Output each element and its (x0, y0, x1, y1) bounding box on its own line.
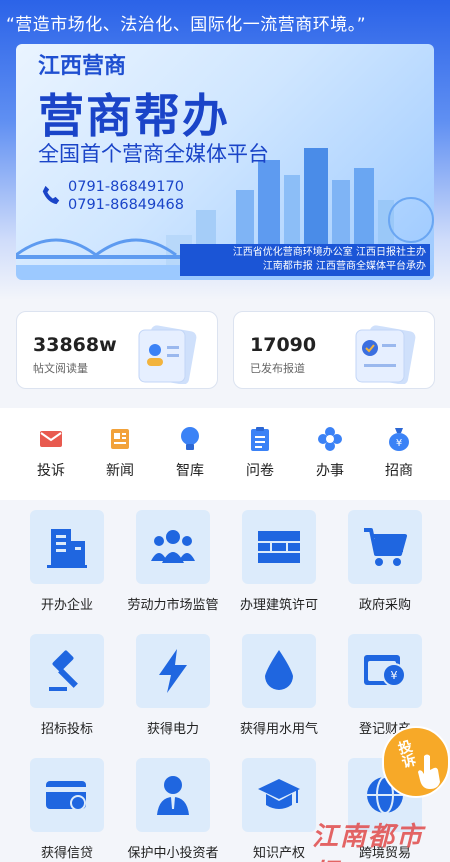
phone-number-2[interactable]: 0791-86849468 (68, 196, 184, 214)
stat-card-reports[interactable]: 17090 已发布报道 (233, 311, 435, 389)
people-group-icon (136, 510, 210, 584)
service-electricity[interactable]: 获得电力 (120, 634, 226, 737)
service-government-procurement[interactable]: 政府采购 (332, 510, 438, 613)
service-property-registration[interactable]: ¥ 登记财产 (332, 634, 438, 737)
stat-label: 已发布报道 (250, 362, 305, 375)
brick-wall-icon (242, 510, 316, 584)
service-protect-investors[interactable]: 保护中小投资者 (120, 758, 226, 861)
quick-nav-complaint[interactable]: 投诉 (16, 426, 86, 480)
promo-banner[interactable]: 江西营商 营商帮办 全国首个营商全媒体平台 0791-86849170 0791… (16, 44, 434, 280)
water-drop-icon (242, 634, 316, 708)
service-construction-permit[interactable]: 办理建筑许可 (226, 510, 332, 613)
envelope-icon (38, 426, 64, 452)
shopping-cart-icon (348, 510, 422, 584)
quick-nav-label: 办事 (316, 463, 344, 479)
flower-gear-icon (317, 426, 343, 452)
service-label: 劳动力市场监管 (127, 598, 219, 613)
gavel-icon (30, 634, 104, 708)
quick-nav-label: 智库 (176, 463, 204, 479)
service-label: 政府采购 (358, 598, 411, 613)
quick-nav-thinktank[interactable]: 智库 (155, 426, 225, 480)
quick-nav-label: 招商 (385, 463, 413, 479)
banner-phones: 0791-86849170 0791-86849468 (40, 178, 184, 214)
stat-value: 33868w (33, 334, 117, 356)
service-label: 招标投标 (40, 722, 93, 737)
service-label: 保护中小投资者 (127, 846, 219, 861)
quick-nav-survey[interactable]: 问卷 (225, 426, 295, 480)
quick-nav-bar: 投诉 新闻 智库 问卷 办事 ¥ 招商 (0, 408, 450, 500)
service-water-gas[interactable]: 获得用水用气 (226, 634, 332, 737)
phone-icon (42, 185, 60, 205)
clipboard-icon (247, 426, 273, 452)
banner-footer-line2: 江南都市报 江西营商全媒体平台承办 (262, 261, 426, 272)
service-grid: 开办企业 劳动力市场监管 办理建筑许可 政府采购 招标投标 获得电力 获得用水用… (0, 500, 450, 862)
investor-icon (136, 758, 210, 832)
document-person-icon (138, 325, 197, 384)
service-start-business[interactable]: 开办企业 (14, 510, 120, 613)
service-bidding[interactable]: 招标投标 (14, 634, 120, 737)
svg-text:¥: ¥ (396, 438, 402, 449)
certificate-icon (355, 325, 416, 384)
watermark-text: 江南都市报 (312, 822, 425, 862)
graduation-cap-icon (242, 758, 316, 832)
service-labor-market[interactable]: 劳动力市场监管 (120, 510, 226, 613)
stat-value: 17090 (250, 334, 317, 356)
property-icon: ¥ (348, 634, 422, 708)
lightning-icon (136, 634, 210, 708)
quick-nav-label: 问卷 (246, 463, 274, 479)
money-bag-icon: ¥ (386, 426, 412, 452)
phone-number-1[interactable]: 0791-86849170 (68, 178, 184, 196)
banner-brand: 江西营商 (38, 54, 127, 79)
service-label: 获得用水用气 (239, 722, 318, 737)
banner-footer: 江西省优化营商环境办公室 江西日报社主办 江南都市报 江西营商全媒体平台承办 (180, 244, 430, 276)
news-icon (107, 426, 133, 452)
hand-pointer-icon (418, 754, 440, 789)
service-label: 获得电力 (146, 722, 199, 737)
quick-nav-news[interactable]: 新闻 (85, 426, 155, 480)
quick-nav-services[interactable]: 办事 (295, 426, 365, 480)
floating-complaint-button[interactable]: 投诉 (382, 726, 450, 798)
banner-headline: 营商帮办 (38, 89, 230, 143)
service-label: 获得信贷 (40, 846, 93, 861)
banner-footer-line1: 江西省优化营商环境办公室 江西日报社主办 (232, 247, 426, 258)
quick-nav-label: 投诉 (37, 463, 65, 479)
slogan-text: “营造市场化、法治化、国际化一流营商环境。” (6, 15, 367, 35)
quick-nav-investment[interactable]: ¥ 招商 (364, 426, 434, 480)
building-icon (30, 510, 104, 584)
lightbulb-icon (177, 426, 203, 452)
stat-card-reads[interactable]: 33868w 帖文阅读量 (16, 311, 218, 389)
svg-text:¥: ¥ (391, 669, 398, 682)
service-label: 办理建筑许可 (239, 598, 318, 613)
credit-card-icon (30, 758, 104, 832)
stat-label: 帖文阅读量 (33, 362, 88, 375)
service-label: 开办企业 (40, 598, 93, 613)
service-credit[interactable]: 获得信贷 (14, 758, 120, 861)
banner-subtitle: 全国首个营商全媒体平台 (38, 142, 269, 166)
quick-nav-label: 新闻 (106, 463, 134, 479)
